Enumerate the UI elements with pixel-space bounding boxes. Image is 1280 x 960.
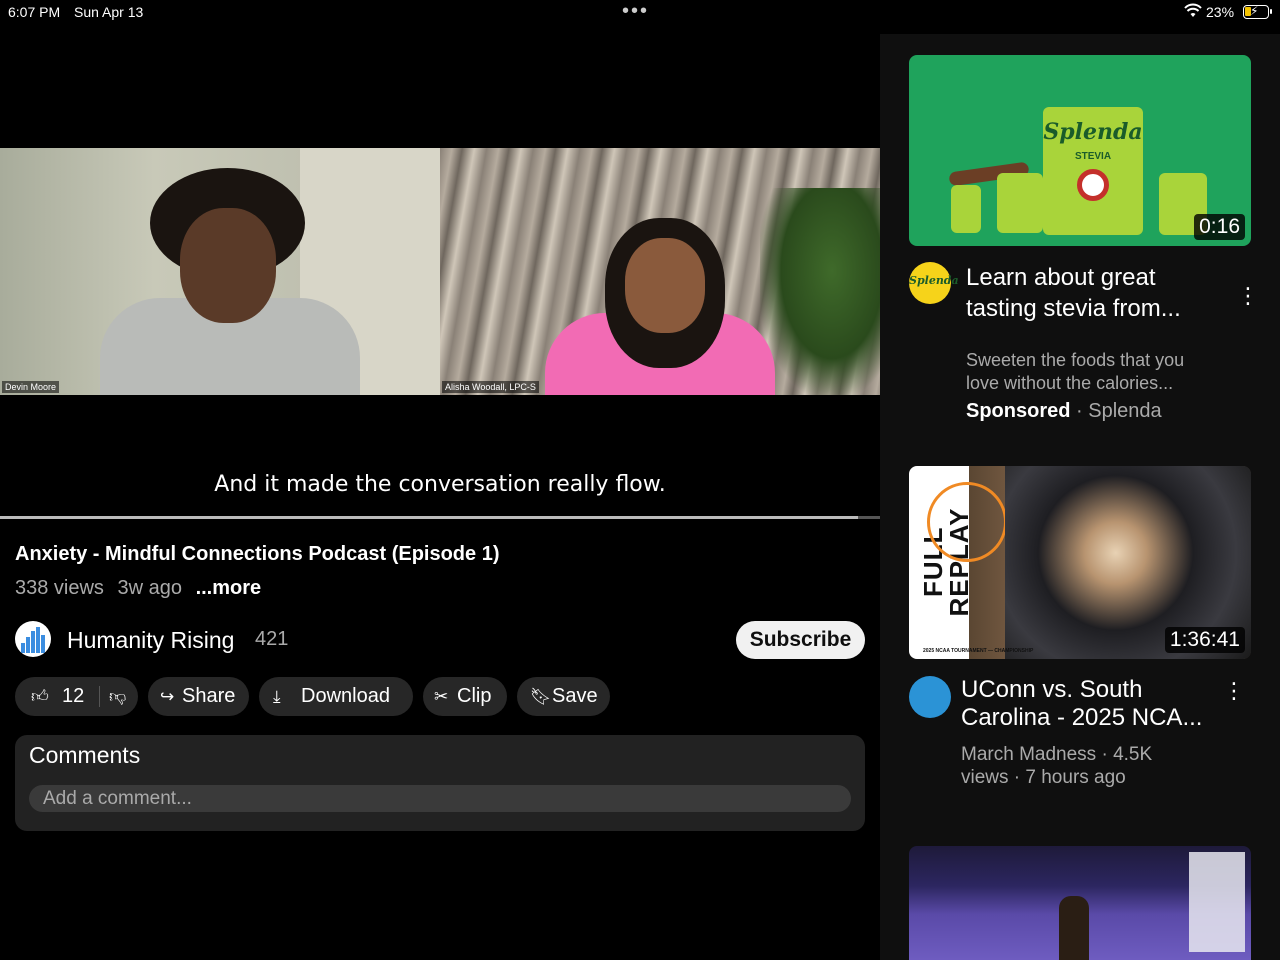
- related-video-channel: March Madness: [961, 744, 1097, 765]
- ad-thumbnail[interactable]: Splenda STEVIA 0:16: [909, 55, 1251, 246]
- view-count: 338 views: [15, 577, 104, 599]
- video-caption: And it made the conversation really flow…: [214, 472, 666, 497]
- like-divider: [99, 686, 100, 707]
- save-label: Save: [552, 685, 598, 707]
- background-plant: [760, 188, 880, 395]
- participant-feed-right: Alisha Woodall, LPC-S: [440, 148, 880, 395]
- share-icon: ↪: [160, 687, 175, 706]
- download-label: Download: [301, 685, 390, 707]
- participant-name-left: Devin Moore: [2, 381, 60, 393]
- video-title: Anxiety - Mindful Connections Podcast (E…: [15, 543, 500, 565]
- subscribe-button[interactable]: Subscribe: [736, 621, 865, 659]
- product-label-text: STEVIA: [1074, 151, 1112, 162]
- channel-avatar[interactable]: [15, 621, 51, 657]
- splenda-avatar-text: Splenda: [909, 274, 959, 287]
- related-video-separator: ·: [1101, 744, 1108, 765]
- splenda-avatar[interactable]: Splenda: [909, 262, 959, 304]
- thumbs-up-icon[interactable]: 👍︎: [31, 677, 49, 716]
- product-graphic: [1077, 169, 1109, 201]
- march-madness-avatar[interactable]: [909, 676, 951, 718]
- video-duration: 1:36:41: [1164, 627, 1245, 653]
- ad-description: Sweeten the foods that you love without …: [966, 350, 1185, 393]
- participant-image-right: [545, 218, 775, 395]
- status-time: 6:07 PM: [8, 4, 61, 20]
- ad-more-options-icon[interactable]: ⋮: [1237, 283, 1259, 309]
- advertiser-name: Splenda: [1088, 400, 1162, 422]
- related-video-card-partial[interactable]: [909, 846, 1251, 960]
- product-jar-medium: [997, 173, 1043, 233]
- video-meta[interactable]: 338 views 3w ago ...more: [15, 577, 261, 600]
- comments-heading: Comments: [29, 742, 141, 768]
- comments-panel[interactable]: Comments: [15, 735, 865, 831]
- save-button[interactable]: 🔖︎ Save: [517, 677, 610, 716]
- product-jar-small: [951, 185, 981, 233]
- like-count[interactable]: 12: [62, 677, 84, 716]
- channel-name[interactable]: Humanity Rising: [67, 627, 234, 654]
- battery-percent: 23%: [1206, 4, 1235, 20]
- charging-bolt-icon: ⚡: [1250, 4, 1259, 18]
- download-icon: ⤓: [273, 687, 281, 706]
- participant-image-left: [100, 168, 360, 395]
- product-brand-text: Splenda: [1043, 119, 1143, 145]
- share-label: Share: [182, 685, 236, 707]
- share-button[interactable]: ↪ Share: [148, 677, 249, 716]
- video-progress-fill: [0, 516, 858, 519]
- participant-feed-left: Devin Moore: [0, 148, 440, 395]
- thumb-caption: 2025 NCAA TOURNAMENT — CHAMPIONSHIP: [923, 648, 1034, 654]
- like-dislike-group: 👍︎ 12 👎︎: [15, 677, 138, 716]
- ad-sponsor-line: Sponsored · Splenda: [966, 400, 1162, 423]
- replay-circle-graphic: [927, 482, 1007, 562]
- upload-age: 3w ago: [117, 577, 183, 599]
- multitask-menu-icon[interactable]: •••: [622, 0, 649, 23]
- scoreboard-graphic: [1189, 852, 1245, 952]
- more-description-link[interactable]: ...more: [196, 577, 262, 599]
- video-thumbnail[interactable]: FULL REPLAY 2025 NCAA TOURNAMENT — CHAMP…: [909, 466, 1251, 659]
- related-sidebar: Splenda STEVIA 0:16 Splenda Learn about …: [880, 34, 1280, 960]
- download-button[interactable]: ⤓ Download: [259, 677, 413, 716]
- video-progress-bar[interactable]: [0, 516, 880, 519]
- status-date: Sun Apr 13: [74, 4, 144, 20]
- subscriber-count: 421: [255, 628, 289, 650]
- clip-label: Clip: [457, 685, 492, 707]
- comment-input[interactable]: [29, 785, 851, 812]
- related-video-card[interactable]: FULL REPLAY 2025 NCAA TOURNAMENT — CHAMP…: [909, 466, 1251, 796]
- video-more-options-icon[interactable]: ⋮: [1223, 678, 1245, 704]
- clip-button[interactable]: ✂ Clip: [423, 677, 507, 716]
- status-bar: 6:07 PM Sun Apr 13 ••• 23% ⚡: [0, 0, 1280, 24]
- ad-title[interactable]: Learn about great tasting stevia from...: [966, 262, 1211, 324]
- channel-row: Humanity Rising 421 Subscribe: [15, 620, 865, 660]
- gymnastics-thumbnail[interactable]: [909, 846, 1251, 960]
- wifi-icon: [1184, 3, 1202, 17]
- gymnast-graphic: [1059, 896, 1089, 960]
- product-bag-large: Splenda STEVIA: [1043, 107, 1143, 235]
- bookmark-icon: 🔖︎: [530, 687, 552, 706]
- sponsored-card[interactable]: Splenda STEVIA 0:16 Splenda Learn about …: [909, 55, 1259, 422]
- scissors-icon: ✂: [434, 687, 449, 706]
- sponsor-separator: ·: [1076, 400, 1083, 422]
- thumbs-down-icon[interactable]: 👎︎: [109, 677, 126, 716]
- participant-name-right: Alisha Woodall, LPC-S: [442, 381, 539, 393]
- related-video-title[interactable]: UConn vs. South Carolina - 2025 NCA...: [961, 676, 1221, 732]
- ad-duration: 0:16: [1194, 214, 1245, 240]
- sponsored-label: Sponsored: [966, 400, 1071, 422]
- related-video-meta: March Madness · 4.5K views · 7 hours ago: [961, 743, 1181, 789]
- video-player[interactable]: Devin Moore Alisha Woodall, LPC-S And it…: [0, 34, 880, 520]
